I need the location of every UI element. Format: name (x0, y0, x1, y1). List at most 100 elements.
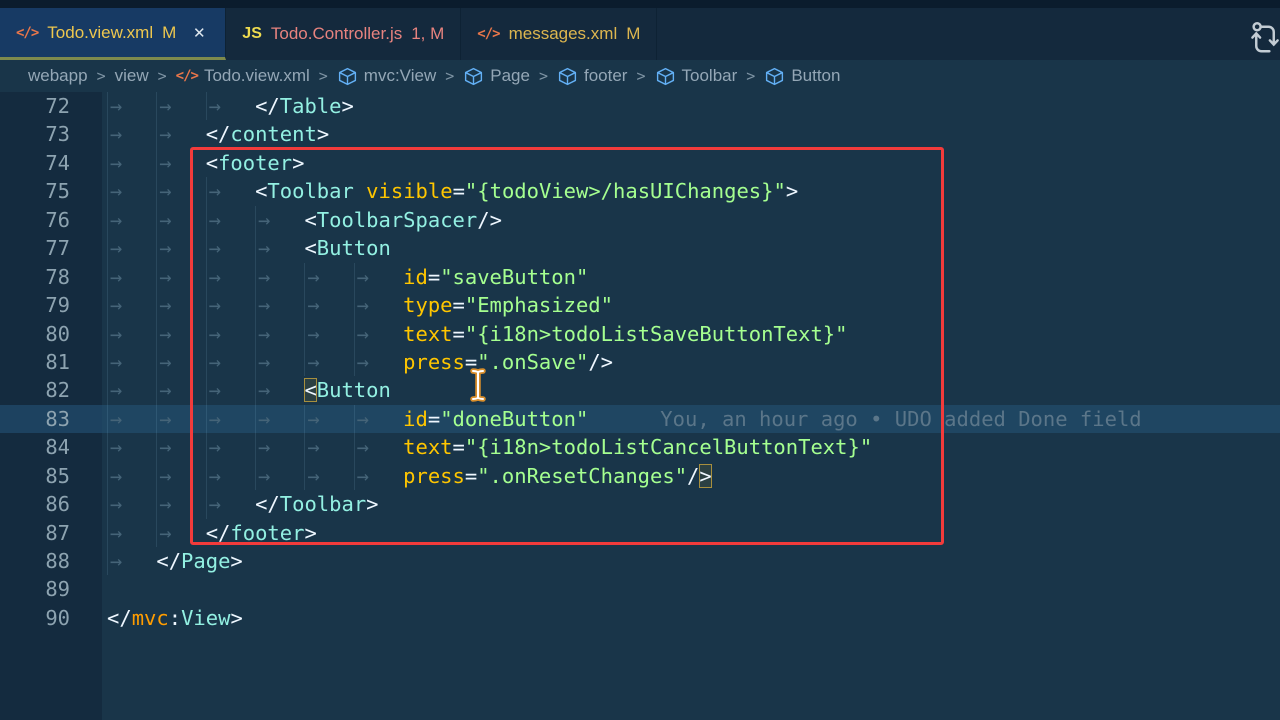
code-token: Button (317, 378, 391, 402)
code-token: text (403, 322, 452, 346)
line-number[interactable]: 72 (0, 92, 102, 120)
code-content (102, 575, 1280, 603)
code-content: →→→→<Button (102, 234, 1280, 262)
tab-whitespace-marker: → (156, 376, 205, 404)
line-number[interactable]: 73 (0, 120, 102, 148)
code-line-87[interactable]: 87→→</footer> (0, 519, 1280, 547)
line-number[interactable]: 84 (0, 433, 102, 461)
code-line-89[interactable]: 89 (0, 575, 1280, 603)
tab-whitespace-marker: → (107, 206, 156, 234)
tab-todo-view-xml[interactable]: </>Todo.view.xmlM✕ (0, 8, 226, 60)
tab-whitespace-marker: → (107, 92, 156, 120)
code-line-88[interactable]: 88→</Page> (0, 547, 1280, 575)
tab-whitespace-marker: → (206, 177, 255, 205)
code-line-74[interactable]: 74→→<footer> (0, 149, 1280, 177)
code-token: Button (317, 236, 391, 260)
code-line-78[interactable]: 78→→→→→→id="saveButton" (0, 263, 1280, 291)
line-number[interactable]: 77 (0, 234, 102, 262)
code-token: > (317, 122, 329, 146)
tab-whitespace-marker: → (255, 206, 304, 234)
tab-todo-controller-js[interactable]: JSTodo.Controller.js1, M (226, 8, 461, 60)
tab-whitespace-marker: → (156, 149, 205, 177)
tab-whitespace-marker: → (304, 348, 353, 376)
code-token: Page (181, 549, 230, 573)
breadcrumb-label: Toolbar (682, 66, 738, 86)
breadcrumb-item-footer[interactable]: footer (557, 66, 627, 87)
breadcrumb-item-page[interactable]: Page (463, 66, 530, 87)
line-number[interactable]: 81 (0, 348, 102, 376)
tab-whitespace-marker: → (156, 291, 205, 319)
tab-whitespace-marker: → (107, 291, 156, 319)
code-line-90[interactable]: 90</mvc:View> (0, 604, 1280, 632)
code-token: < (206, 151, 218, 175)
code-token: > (366, 492, 378, 516)
line-number[interactable]: 86 (0, 490, 102, 518)
tab-whitespace-marker: → (304, 405, 353, 433)
line-number[interactable]: 76 (0, 206, 102, 234)
breadcrumb-item-button[interactable]: Button (764, 66, 840, 87)
code-content: →→→→→→id="saveButton" (102, 263, 1280, 291)
line-number[interactable]: 83 (0, 405, 102, 433)
code-line-81[interactable]: 81→→→→→→press=".onSave"/> (0, 348, 1280, 376)
close-icon[interactable]: ✕ (189, 23, 209, 43)
line-number[interactable]: 82 (0, 376, 102, 404)
tab-whitespace-marker: → (107, 149, 156, 177)
code-line-86[interactable]: 86→→→</Toolbar> (0, 490, 1280, 518)
code-line-85[interactable]: 85→→→→→→press=".onResetChanges"/> (0, 462, 1280, 490)
tab-whitespace-marker: → (156, 490, 205, 518)
breadcrumb-item-todo-view-xml[interactable]: </>Todo.view.xml (176, 66, 310, 86)
code-content: →→→→→→type="Emphasized" (102, 291, 1280, 319)
code-line-72[interactable]: 72→→→</Table> (0, 92, 1280, 120)
code-content: →→→<Toolbar visible="{todoView>/hasUICha… (102, 177, 1280, 205)
code-content: →→→→→→text="{i18n>todoListCancelButtonTe… (102, 433, 1280, 461)
code-token: "doneButton" (440, 407, 588, 431)
code-line-76[interactable]: 76→→→→<ToolbarSpacer/> (0, 206, 1280, 234)
line-number[interactable]: 87 (0, 519, 102, 547)
code-line-82[interactable]: 82→→→→<Button (0, 376, 1280, 404)
tab-whitespace-marker: → (156, 92, 205, 120)
tab-whitespace-marker: → (107, 348, 156, 376)
line-number[interactable]: 79 (0, 291, 102, 319)
breadcrumb-item-view[interactable]: view (115, 66, 149, 86)
line-number[interactable]: 89 (0, 575, 102, 603)
breadcrumb-item-webapp[interactable]: webapp (28, 66, 88, 86)
tab-whitespace-marker: → (107, 547, 156, 575)
breadcrumb-label: webapp (28, 66, 88, 86)
swap-changes-icon[interactable] (1244, 18, 1280, 65)
line-number[interactable]: 78 (0, 263, 102, 291)
code-token: </ (107, 606, 132, 630)
code-line-73[interactable]: 73→→</content> (0, 120, 1280, 148)
code-token: </ (156, 549, 181, 573)
line-number[interactable]: 85 (0, 462, 102, 490)
breadcrumb-separator: > (158, 67, 167, 85)
line-number[interactable]: 90 (0, 604, 102, 632)
tab-bar: </>Todo.view.xmlM✕JSTodo.Controller.js1,… (0, 0, 1280, 60)
breadcrumb-label: view (115, 66, 149, 86)
line-number[interactable]: 75 (0, 177, 102, 205)
editor-code-area[interactable]: 72→→→</Table>73→→</content>74→→<footer>7… (0, 92, 1280, 720)
breadcrumb-item-mvc-view[interactable]: mvc:View (337, 66, 436, 87)
tab-whitespace-marker: → (107, 120, 156, 148)
breadcrumb-item-toolbar[interactable]: Toolbar (655, 66, 738, 87)
xml-file-icon: </> (16, 25, 38, 41)
code-line-77[interactable]: 77→→→→<Button (0, 234, 1280, 262)
code-token: press (403, 350, 465, 374)
tab-whitespace-marker: → (107, 320, 156, 348)
code-line-80[interactable]: 80→→→→→→text="{i18n>todoListSaveButtonTe… (0, 320, 1280, 348)
line-number[interactable]: 80 (0, 320, 102, 348)
code-line-75[interactable]: 75→→→<Toolbar visible="{todoView>/hasUIC… (0, 177, 1280, 205)
code-content: </mvc:View> (102, 604, 1280, 632)
code-line-84[interactable]: 84→→→→→→text="{i18n>todoListCancelButton… (0, 433, 1280, 461)
cube-icon (463, 66, 484, 87)
line-number[interactable]: 74 (0, 149, 102, 177)
code-token: footer (218, 151, 292, 175)
line-number[interactable]: 88 (0, 547, 102, 575)
code-token: "{i18n>todoListSaveButtonText}" (465, 322, 848, 346)
xml-file-icon: </> (176, 68, 198, 84)
tab-whitespace-marker: → (156, 348, 205, 376)
code-line-79[interactable]: 79→→→→→→type="Emphasized" (0, 291, 1280, 319)
code-line-83[interactable]: 83→→→→→→id="doneButton"You, an hour ago … (0, 405, 1280, 433)
tab-messages-xml[interactable]: </>messages.xmlM (461, 8, 657, 60)
tab-label: Todo.view.xml (47, 23, 153, 43)
tab-whitespace-marker: → (354, 263, 403, 291)
